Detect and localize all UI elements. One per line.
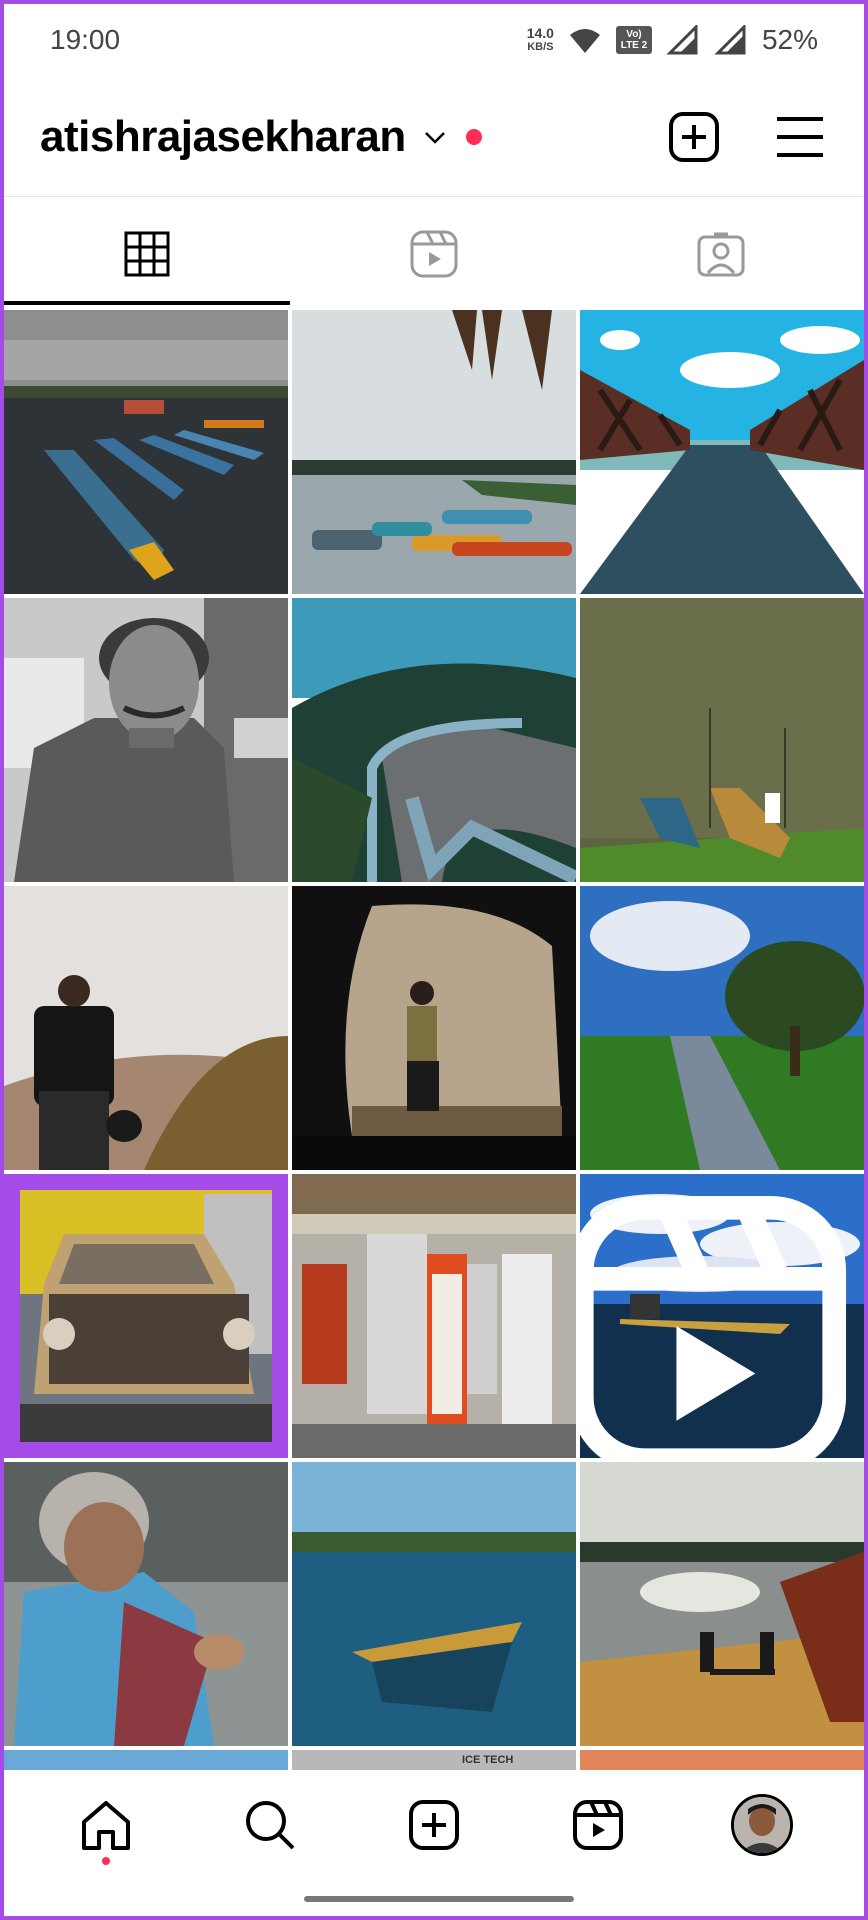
network-speed: 14.0 KB/S (527, 26, 554, 54)
photo-fisherman-boats (580, 598, 864, 882)
partial-tile-2[interactable]: ICE TECH (292, 1750, 576, 1770)
home-notification-dot (102, 1857, 110, 1865)
partial-tile-1[interactable] (4, 1750, 288, 1770)
home-indicator (304, 1896, 574, 1902)
bottom-navigation (4, 1770, 864, 1880)
nav-create[interactable] (394, 1785, 474, 1865)
tagged-person-icon (697, 232, 745, 277)
lte-badge: Vo) LTE 2 (615, 26, 652, 54)
add-post-icon (669, 112, 719, 162)
post-tile-wooden-bridge[interactable] (580, 310, 864, 594)
reels-icon (580, 1195, 847, 1458)
profile-avatar (731, 1794, 793, 1856)
tab-reels[interactable] (291, 209, 578, 299)
tab-tagged[interactable] (577, 209, 864, 299)
photo-river-tree (580, 886, 864, 1170)
username[interactable]: atishrajasekharan (40, 112, 406, 162)
notification-dot (465, 129, 482, 145)
tab-posts-grid[interactable] (4, 209, 291, 299)
photo-mountain-road (292, 598, 576, 882)
phone-screen: 19:00 14.0 KB/S Vo) LTE 2 52% atishrajas… (0, 0, 868, 1920)
grid-icon (124, 231, 170, 277)
add-post-icon (409, 1800, 459, 1850)
lte-badge-bottom: LTE 2 (620, 40, 648, 51)
menu-icon (777, 117, 823, 157)
profile-header: atishrajasekharan (4, 92, 864, 182)
search-icon (246, 1801, 295, 1850)
photo-old-woman (4, 1462, 288, 1746)
photo-boats-on-lake (4, 310, 288, 594)
nav-reels[interactable] (558, 1785, 638, 1865)
post-tile-man-in-cave[interactable] (292, 886, 576, 1170)
reels-icon (410, 230, 458, 278)
post-tile-man-in-fog[interactable] (4, 886, 288, 1170)
photo-boat-on-river (292, 1462, 576, 1746)
post-tile-fisherman-boats[interactable] (580, 598, 864, 882)
network-speed-unit: KB/S (527, 41, 554, 53)
status-icons: 14.0 KB/S Vo) LTE 2 52% (527, 24, 818, 56)
chevron-down-icon[interactable] (422, 124, 448, 150)
battery-percentage: 52% (761, 24, 818, 55)
header-divider (4, 196, 864, 197)
profile-tabs (4, 209, 864, 299)
photo-man-in-cave (292, 886, 576, 1170)
posts-grid (4, 310, 864, 1746)
home-icon (82, 1801, 130, 1850)
menu-button[interactable] (772, 109, 828, 165)
photo-street-crowd (292, 1174, 576, 1458)
post-tile-mountain-road[interactable] (292, 598, 576, 882)
partial-next-row: ICE TECH (4, 1750, 864, 1770)
photo-old-car (4, 1174, 288, 1458)
nav-home[interactable] (66, 1785, 146, 1865)
status-time: 19:00 (50, 24, 121, 55)
post-tile-street-crowd[interactable] (292, 1174, 576, 1458)
photo-portrait-man (4, 598, 288, 882)
photo-boats-under-palm (292, 310, 576, 594)
create-post-button[interactable] (666, 109, 722, 165)
nav-search[interactable] (230, 1785, 310, 1865)
signal-icon-sim2 (714, 25, 746, 55)
status-bar: 19:00 14.0 KB/S Vo) LTE 2 52% (4, 4, 864, 76)
wifi-icon (569, 29, 600, 53)
signal-icon-sim1 (666, 25, 698, 55)
photo-man-in-fog (4, 886, 288, 1170)
post-tile-boats-under-palm[interactable] (292, 310, 576, 594)
post-tile-old-woman[interactable] (4, 1462, 288, 1746)
partial-tile-3[interactable] (580, 1750, 864, 1770)
post-tile-portrait-man[interactable] (4, 598, 288, 882)
reels-icon (573, 1800, 623, 1850)
photo-wooden-bridge (580, 310, 864, 594)
post-tile-old-car[interactable] (4, 1174, 288, 1458)
post-tile-boats-on-lake[interactable] (4, 310, 288, 594)
photo-beach-silhouettes (580, 1462, 864, 1746)
lte-badge-top: Vo) (626, 29, 642, 40)
post-tile-beach-silhouettes[interactable] (580, 1462, 864, 1746)
post-tile-boat-at-sea[interactable] (580, 1174, 864, 1458)
active-tab-indicator (4, 301, 290, 305)
post-tile-river-tree[interactable] (580, 886, 864, 1170)
network-speed-value: 14.0 (526, 25, 554, 41)
post-tile-boat-on-river[interactable] (292, 1462, 576, 1746)
nav-profile[interactable] (722, 1785, 802, 1865)
